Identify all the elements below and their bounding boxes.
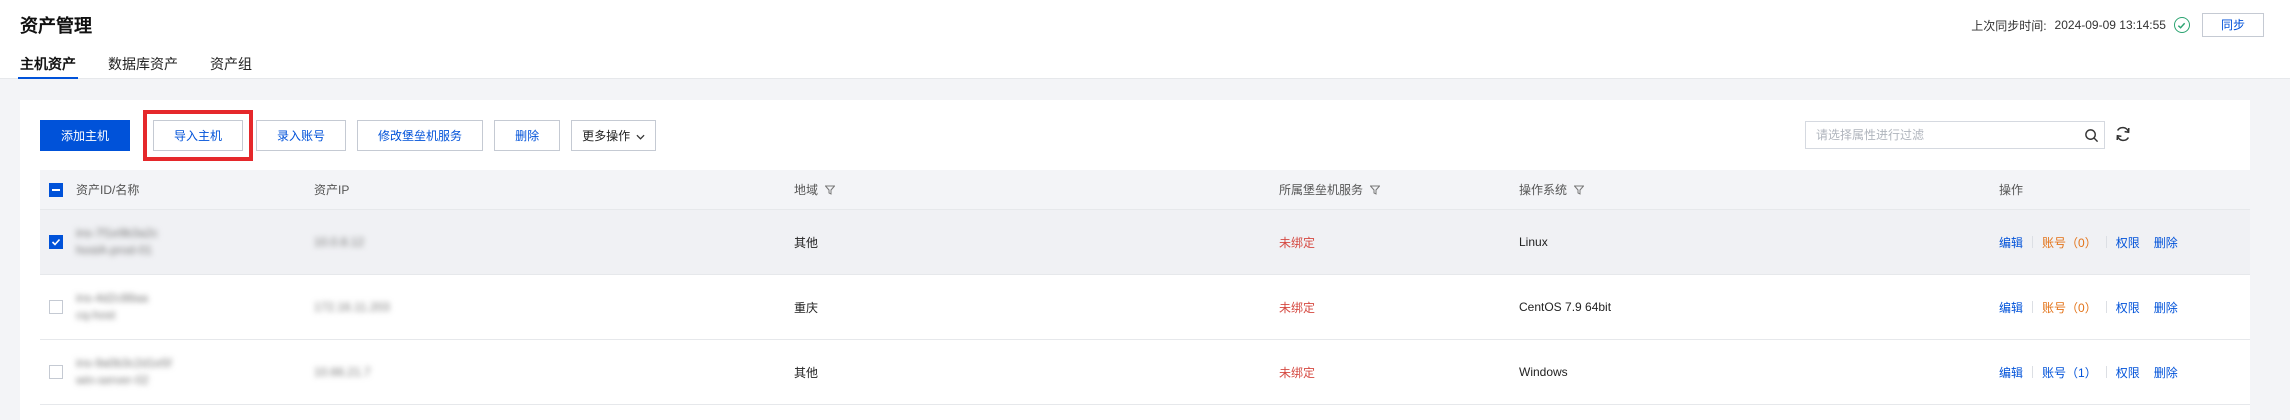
sync-area: 上次同步时间: 2024-09-09 13:14:55 同步 bbox=[1971, 13, 2264, 37]
row-actions: 编辑 账号（1） 权限 删除 bbox=[1999, 364, 2250, 381]
row-checkbox[interactable] bbox=[49, 235, 63, 249]
modify-bastion-button[interactable]: 修改堡垒机服务 bbox=[357, 120, 484, 151]
divider bbox=[2032, 366, 2034, 378]
col-header-region: 地域 bbox=[794, 181, 1279, 198]
edit-link[interactable]: 编辑 bbox=[1999, 234, 2023, 251]
edit-link[interactable]: 编辑 bbox=[1999, 299, 2023, 316]
os-header-label: 操作系统 bbox=[1519, 183, 1568, 197]
delete-button[interactable]: 删除 bbox=[494, 120, 561, 151]
page-title: 资产管理 bbox=[20, 16, 92, 36]
page-header: 资产管理 主机资产 数据库资产 资产组 上次同步时间: 2024-09-09 1… bbox=[0, 0, 2290, 79]
asset-id: ins-7f1e9b3a2c bbox=[76, 226, 159, 240]
import-host-button[interactable]: 导入主机 bbox=[143, 110, 254, 161]
more-ops-label: 更多操作 bbox=[582, 129, 631, 143]
divider bbox=[2032, 301, 2034, 313]
asset-id-cell: ins-7f1e9b3a2c hostA-prod-01 bbox=[76, 225, 314, 259]
col-header-os: 操作系统 bbox=[1519, 181, 1999, 198]
filter-icon[interactable] bbox=[1369, 184, 1381, 198]
refresh-icon[interactable] bbox=[2113, 124, 2135, 146]
asset-id: ins-4d2c88aa bbox=[76, 291, 149, 305]
asset-id-cell: ins-4d2c88aa cq-host bbox=[76, 290, 314, 324]
asset-card: 添加主机 导入主机 录入账号 修改堡垒机服务 删除 更多操作 请选择属性进行过滤… bbox=[20, 100, 2250, 420]
row-checkbox[interactable] bbox=[49, 300, 63, 314]
account-link[interactable]: 账号（1） bbox=[2042, 364, 2097, 381]
bastion-status: 未绑定 bbox=[1279, 365, 1316, 380]
asset-ip: 10.0.8.12 bbox=[314, 234, 365, 249]
permission-link[interactable]: 权限 bbox=[2116, 299, 2140, 316]
add-host-button[interactable]: 添加主机 bbox=[40, 120, 131, 151]
edit-link[interactable]: 编辑 bbox=[1999, 364, 2023, 381]
bastion-header-label: 所属堡垒机服务 bbox=[1279, 183, 1364, 197]
enter-account-button[interactable]: 录入账号 bbox=[256, 120, 347, 151]
divider bbox=[2105, 236, 2107, 248]
row-actions: 编辑 账号（0） 权限 删除 bbox=[1999, 234, 2250, 251]
select-all-checkbox[interactable] bbox=[49, 182, 63, 197]
chevron-down-icon bbox=[636, 129, 645, 143]
toolbar: 添加主机 导入主机 录入账号 修改堡垒机服务 删除 更多操作 bbox=[40, 110, 667, 161]
sync-button[interactable]: 同步 bbox=[2201, 13, 2264, 37]
os-cell: Windows bbox=[1519, 365, 1568, 379]
table-row[interactable]: ins-7f1e9b3a2c hostA-prod-01 10.0.8.12 其… bbox=[40, 210, 2250, 275]
sync-label: 上次同步时间: bbox=[1971, 18, 2047, 33]
table-row[interactable]: ins-9a0b3c2d1e5f win-server-02 10.66.21.… bbox=[40, 340, 2250, 405]
asset-table: 资产ID/名称 资产IP 地域 所属堡垒机服务 操作系统 操作 ins-7f1e… bbox=[40, 170, 2250, 405]
col-header-asset-ip: 资产IP bbox=[314, 183, 350, 197]
asset-name: win-server-02 bbox=[76, 373, 149, 387]
filter-search bbox=[1805, 121, 2105, 149]
filter-icon[interactable] bbox=[1573, 184, 1585, 198]
check-circle-icon bbox=[2173, 17, 2190, 33]
permission-link[interactable]: 权限 bbox=[2116, 364, 2140, 381]
region-cell: 其他 bbox=[794, 235, 819, 250]
table-row[interactable]: ins-4d2c88aa cq-host 172.16.11.203 重庆 未绑… bbox=[40, 275, 2250, 340]
os-cell: Linux bbox=[1519, 235, 1548, 249]
asset-name: hostA-prod-01 bbox=[76, 243, 153, 257]
asset-name: cq-host bbox=[76, 308, 116, 322]
delete-link[interactable]: 删除 bbox=[2154, 299, 2178, 316]
asset-id-cell: ins-9a0b3c2d1e5f win-server-02 bbox=[76, 355, 314, 389]
region-header-label: 地域 bbox=[794, 183, 819, 197]
row-checkbox[interactable] bbox=[49, 365, 63, 379]
search-icon[interactable] bbox=[2078, 122, 2104, 148]
region-cell: 其他 bbox=[794, 365, 819, 380]
filter-icon[interactable] bbox=[824, 184, 836, 198]
account-link[interactable]: 账号（0） bbox=[2042, 234, 2097, 251]
os-cell: CentOS 7.9 64bit bbox=[1519, 300, 1612, 314]
bastion-status: 未绑定 bbox=[1279, 300, 1316, 315]
asset-ip: 172.16.11.203 bbox=[314, 299, 390, 314]
account-link[interactable]: 账号（0） bbox=[2042, 299, 2097, 316]
permission-link[interactable]: 权限 bbox=[2116, 234, 2140, 251]
more-ops-dropdown[interactable]: 更多操作 bbox=[571, 120, 657, 151]
asset-tabs: 主机资产 数据库资产 资产组 bbox=[18, 53, 284, 79]
tab-database-assets[interactable]: 数据库资产 bbox=[108, 53, 178, 79]
col-header-asset-id: 资产ID/名称 bbox=[76, 183, 140, 197]
divider bbox=[2032, 236, 2034, 248]
divider bbox=[2105, 301, 2107, 313]
asset-id: ins-9a0b3c2d1e5f bbox=[76, 356, 172, 370]
tab-asset-groups[interactable]: 资产组 bbox=[210, 53, 252, 79]
col-header-ops: 操作 bbox=[1999, 183, 2024, 197]
bastion-status: 未绑定 bbox=[1279, 235, 1316, 250]
tab-host-assets[interactable]: 主机资产 bbox=[18, 53, 78, 79]
divider bbox=[2105, 366, 2107, 378]
delete-link[interactable]: 删除 bbox=[2154, 234, 2178, 251]
table-header: 资产ID/名称 资产IP 地域 所属堡垒机服务 操作系统 操作 bbox=[40, 170, 2250, 210]
row-actions: 编辑 账号（0） 权限 删除 bbox=[1999, 299, 2250, 316]
search-input[interactable] bbox=[1806, 122, 2078, 148]
region-cell: 重庆 bbox=[794, 300, 819, 315]
asset-ip: 10.66.21.7 bbox=[314, 364, 371, 379]
sync-time: 2024-09-09 13:14:55 bbox=[2054, 18, 2166, 32]
col-header-bastion: 所属堡垒机服务 bbox=[1279, 181, 1519, 198]
delete-link[interactable]: 删除 bbox=[2154, 364, 2178, 381]
